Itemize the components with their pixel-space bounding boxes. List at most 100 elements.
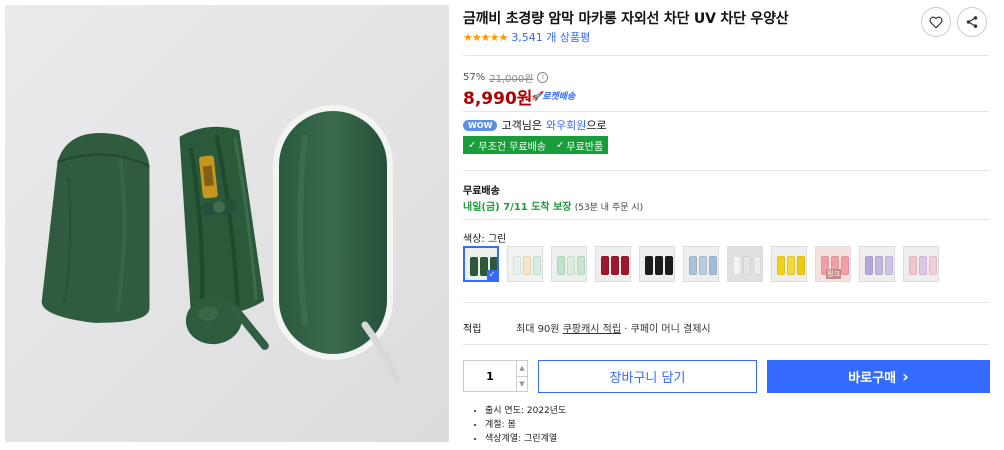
delivery-note: (53분 내 주문 시) [574,203,644,213]
umbrella-thumbnail [557,256,585,275]
points-amount: 최대 90원 [516,324,560,335]
rating-row: ★★★★★ 3,541 개 상품평 [463,29,590,45]
umbrella-roll [797,256,805,275]
wow-suffix: 으로 [586,119,607,132]
color-swatch[interactable] [683,246,719,282]
review-count-link[interactable]: 3,541 개 상품평 [511,29,590,45]
umbrella-roll [533,256,541,275]
umbrella-roll [567,256,575,275]
umbrella-roll [699,256,707,275]
color-swatch[interactable] [859,246,895,282]
umbrella-roll [885,256,893,275]
color-swatches: ✓ 핑크 [463,246,939,282]
umbrella-roll [577,256,585,275]
discount-row: 57% 21,000원 i [463,70,549,85]
umbrella-thumbnail [733,256,761,275]
color-swatch[interactable] [595,246,631,282]
free-shipping-badge: ✓ 무조건 무료배송 [463,136,551,154]
share-icon [966,16,978,28]
rocket-delivery-badge: 🚀로켓배송 [531,89,575,102]
star-rating: ★★★★★ [463,30,508,44]
detail-item: 출시 연도: 2022년도 [485,404,566,418]
umbrella-thumbnail [689,256,717,275]
umbrella-roll [611,256,619,275]
points-suffix: · 쿠페이 머니 결제시 [624,324,711,335]
umbrella-roll [470,257,478,276]
umbrella-roll [841,256,849,275]
umbrella-roll [753,256,761,275]
umbrella-roll [655,256,663,275]
shipping-label: 무료배송 [463,186,500,197]
color-swatch[interactable]: ✓ [463,246,499,282]
umbrella-roll [929,256,937,275]
add-to-cart-button[interactable]: 장바구니 담기 [538,360,757,393]
free-return-badge: ✓ 무료반품 [550,136,609,154]
buy-now-label: 바로구매 [848,371,897,386]
umbrella-roll [919,256,927,275]
color-label-row: 색상: 그린 [463,230,506,245]
points-label: 적립 [463,324,482,335]
umbrella-roll [733,256,741,275]
detail-item: 계절: 봄 [485,418,566,432]
umbrella-roll [557,256,565,275]
rocket-label: 로켓배송 [542,92,576,102]
umbrella-roll [909,256,917,275]
umbrella-roll [523,256,531,275]
umbrella-thumbnail [865,256,893,275]
divider [463,170,989,171]
cash-reward-link[interactable]: 쿠팡캐시 적립 [563,324,621,335]
color-swatch[interactable]: 핑크 [815,246,851,282]
color-swatch[interactable] [903,246,939,282]
umbrella-roll [665,256,673,275]
quantity-input[interactable] [464,361,516,391]
color-swatch[interactable] [639,246,675,282]
umbrella-roll [787,256,795,275]
umbrella-thumbnail [645,256,673,275]
umbrella-sleeve [41,133,150,323]
umbrella-thumbnail [909,256,937,275]
color-swatch[interactable] [507,246,543,282]
free-return-label: 무료반품 [566,141,604,153]
free-shipping-label: 무조건 무료배송 [478,141,546,153]
points-info: 최대 90원 쿠팡캐시 적립 · 쿠페이 머니 결제시 [516,320,711,335]
wow-member-link[interactable]: 와우회원 [546,117,586,133]
original-price: 21,000원 [489,74,534,85]
check-icon: ✓ [468,139,477,151]
color-swatch[interactable] [771,246,807,282]
divider [463,219,989,220]
wow-member-row: WOW 고객님은 와우회원 으로 [463,117,607,133]
color-swatch[interactable] [727,246,763,282]
increase-icon[interactable]: ▲ [517,361,527,377]
product-image[interactable] [5,5,449,442]
share-button[interactable] [957,7,987,37]
buy-now-button[interactable]: 바로구매 › [767,360,990,393]
divider [463,111,989,112]
color-label: 색상: [463,234,485,245]
umbrella-roll [743,256,751,275]
decrease-icon[interactable]: ▼ [517,377,527,392]
divider [463,55,989,56]
selected-color: 그린 [487,234,507,245]
umbrella-roll [865,256,873,275]
info-icon[interactable]: i [537,72,549,83]
umbrella-illustration [5,5,449,442]
delivery-date: 내일(금) 7/11 도착 보장 [463,202,572,213]
rocket-icon: 🚀 [531,92,543,102]
delivery-date-row: 내일(금) 7/11 도착 보장 (53분 내 주문 시) [463,198,643,213]
umbrella-thumbnail [513,256,541,275]
heart-icon [929,16,943,29]
umbrella-roll [645,256,653,275]
chevron-right-icon: › [902,367,909,386]
product-info-panel: 금깨비 초경량 암막 마카롱 자외선 차단 UV 차단 우양산 ★★★★★ 3,… [463,0,991,450]
quantity-stepper: ▲ ▼ [463,360,528,392]
detail-item: 색상계열: 그린계열 [485,432,566,446]
wow-prefix: 고객님은 [501,119,542,132]
umbrella-roll [621,256,629,275]
wishlist-button[interactable] [921,7,951,37]
umbrella-case [273,105,401,384]
product-title: 금깨비 초경량 암막 마카롱 자외선 차단 UV 차단 우양산 [463,11,789,27]
discount-rate: 57% [463,72,486,83]
umbrella-thumbnail [777,256,805,275]
color-swatch[interactable] [551,246,587,282]
umbrella-thumbnail [601,256,629,275]
